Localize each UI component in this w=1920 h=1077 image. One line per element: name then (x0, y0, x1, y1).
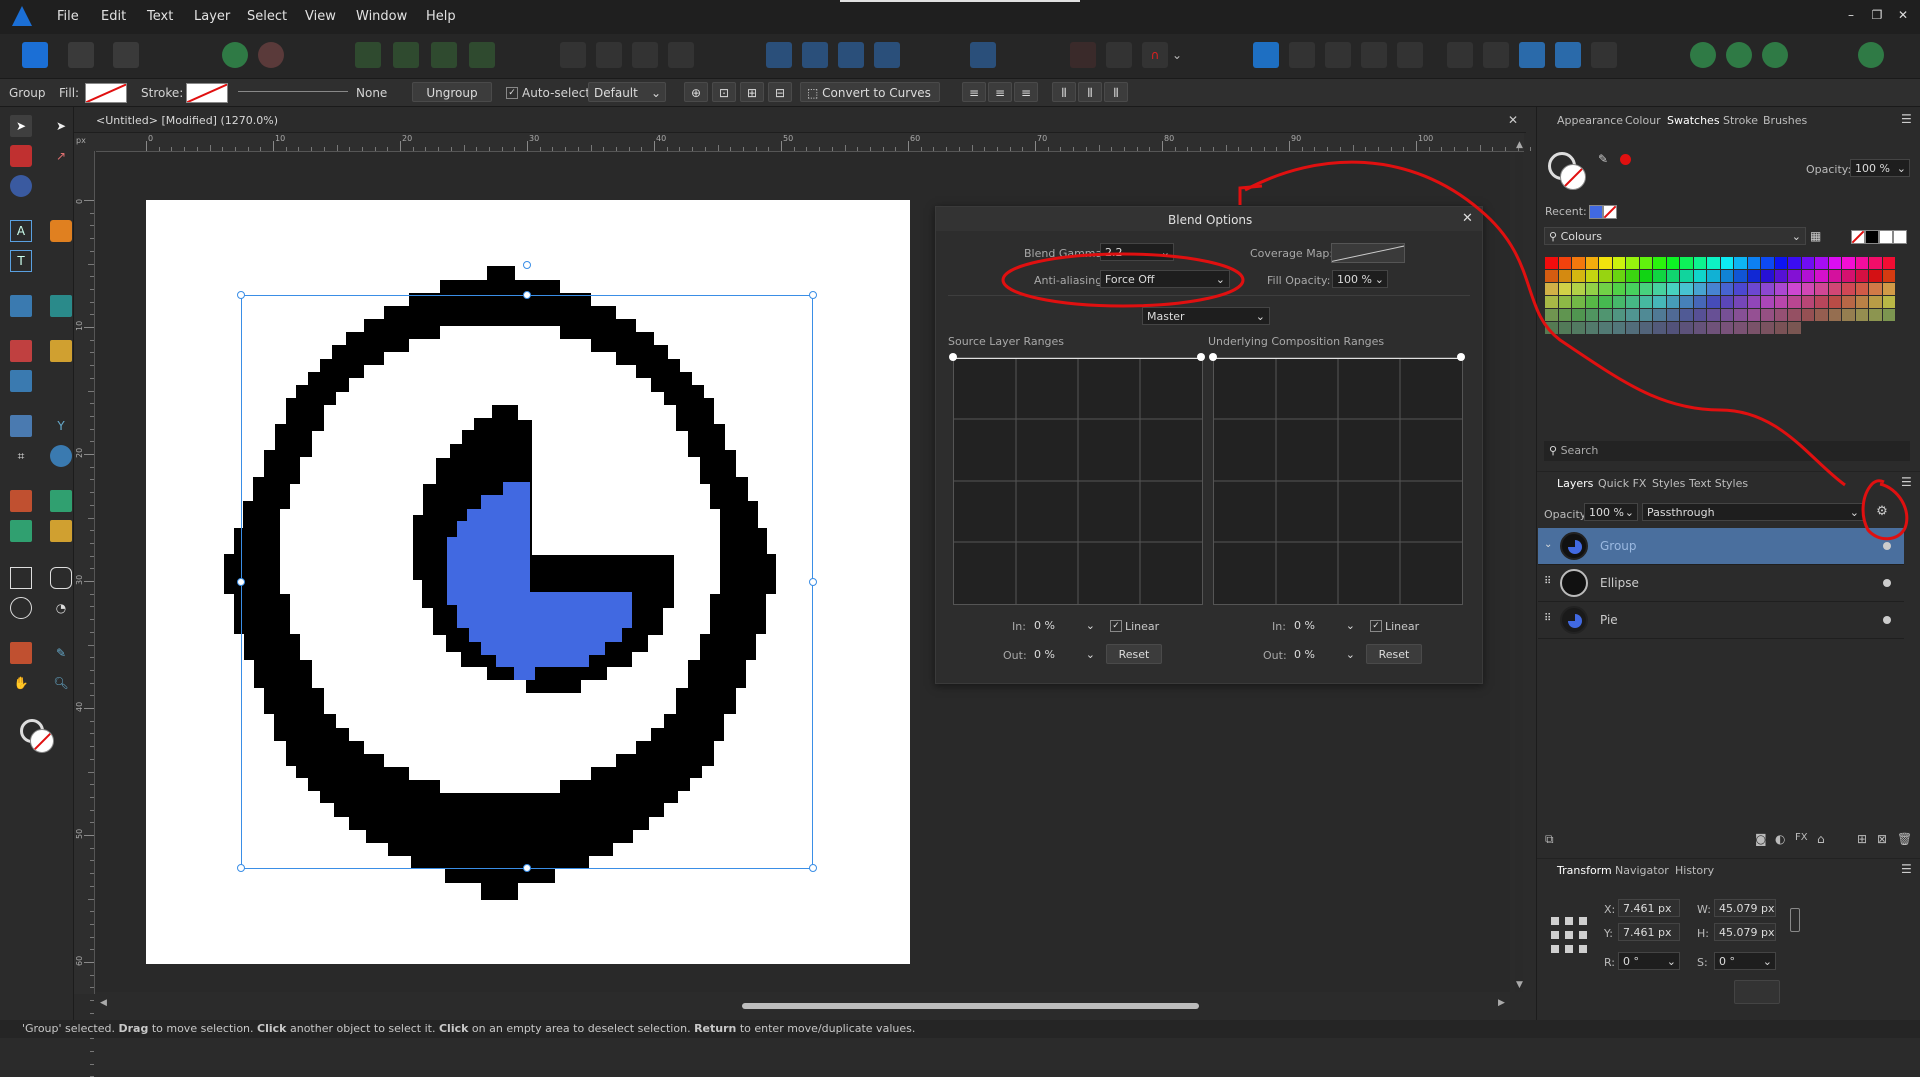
status-click-2: Click (438, 1022, 469, 1035)
annotation-arrow-line (1244, 160, 1846, 487)
annotation-overlay (1001, 160, 1909, 541)
ruler-minor-tick (90, 1038, 94, 1040)
ruler-minor-tick (90, 1050, 94, 1052)
status-click-1: Click (257, 1022, 287, 1035)
status-drag: Drag (118, 1022, 149, 1035)
annotation-arrow-head (1238, 184, 1263, 205)
status-return: Return (694, 1022, 737, 1035)
status-text: 'Group' selected. Drag to move selection… (22, 1022, 915, 1035)
status-part-2: to move selection. (148, 1022, 258, 1035)
status-part-3: another object to select it. (286, 1022, 439, 1035)
status-part-4: on an empty area to deselect selection. (468, 1022, 695, 1035)
ruler-minor-tick (90, 1063, 94, 1065)
annotation-circle-gear (1861, 479, 1909, 541)
annotation-circle-antialiasing (1001, 252, 1245, 308)
status-part-5: to enter move/duplicate values. (736, 1022, 916, 1035)
status-bar: 'Group' selected. Drag to move selection… (0, 1020, 1920, 1038)
status-part-1: 'Group' selected. (22, 1022, 119, 1035)
